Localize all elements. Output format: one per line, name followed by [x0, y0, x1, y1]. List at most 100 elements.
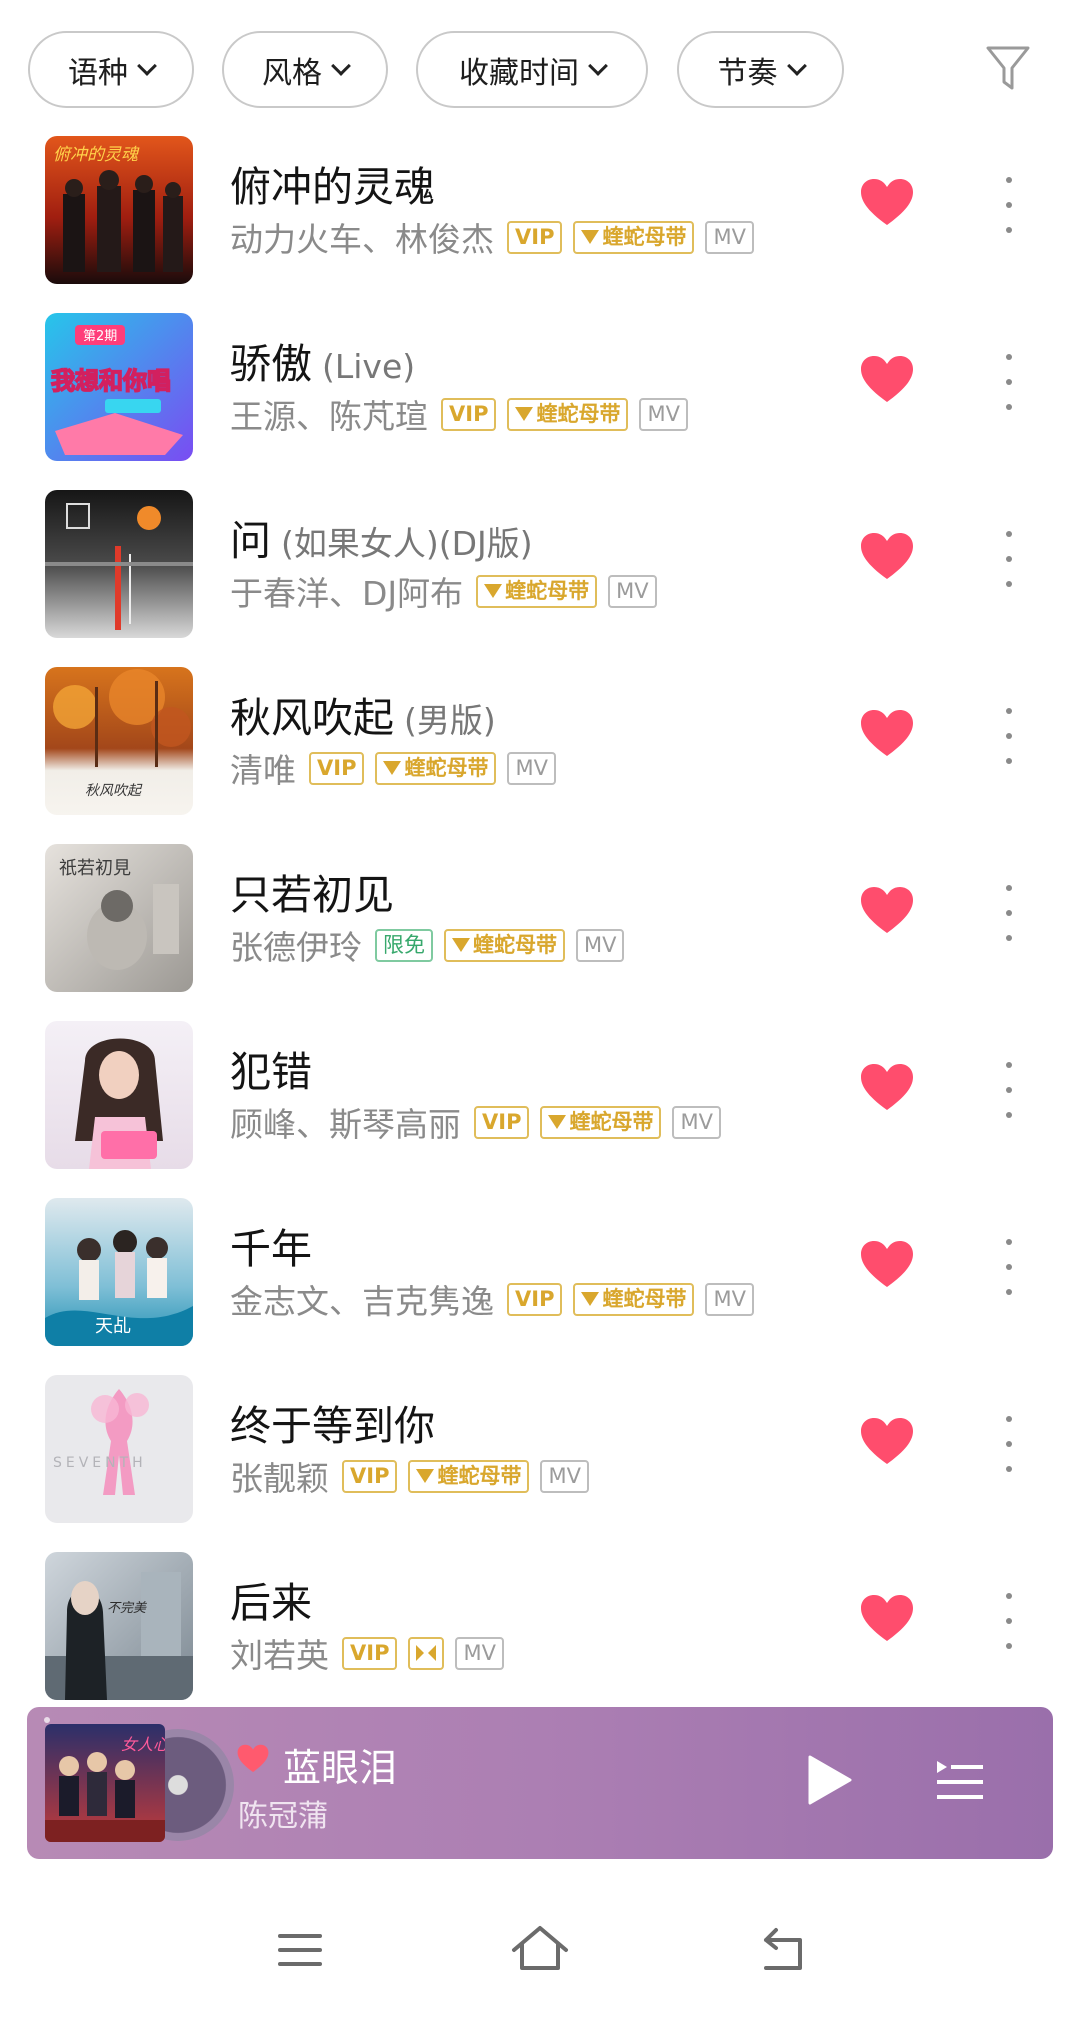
heart-icon[interactable] — [860, 1240, 914, 1290]
mv-badge[interactable]: MV — [639, 397, 688, 431]
song-meta: 顾峰、斯琴高丽 VIP 蝰蛇母带 MV — [230, 1100, 721, 1144]
song-row[interactable]: 犯错 顾峰、斯琴高丽 VIP 蝰蛇母带 MV — [0, 1012, 1080, 1189]
heart-icon[interactable] — [860, 886, 914, 936]
song-row[interactable]: SEVENTH 终于等到你 张靓颖 VIP 蝰蛇母带 MV — [0, 1366, 1080, 1543]
song-meta: 清唯 VIP 蝰蛇母带 MV — [230, 746, 556, 790]
heart-icon[interactable] — [860, 709, 914, 759]
cover-text: 俯冲的灵魂 — [53, 145, 140, 165]
song-artist: 动力火车、林俊杰 — [230, 220, 494, 259]
svg-text:祇若初見: 祇若初見 — [59, 858, 131, 879]
song-title: 犯错 — [230, 1048, 312, 1096]
more-options-icon[interactable] — [997, 1416, 1021, 1472]
album-cover: 俯冲的灵魂 — [45, 136, 193, 284]
filter-rhythm-label: 节奏 — [717, 55, 778, 91]
vip-badge: VIP — [342, 1636, 398, 1670]
vip-badge: VIP — [309, 751, 365, 785]
filter-bar: 语种 风格 收藏时间 节奏 — [0, 0, 1080, 138]
song-row[interactable]: 俯冲的灵魂 俯冲的灵魂 动力火车、林俊杰 VIP 蝰蛇母带 MV — [0, 127, 1080, 304]
mini-player[interactable]: 女人心 蓝眼泪 陈冠蒲 — [27, 1707, 1053, 1859]
song-artist: 金志文、吉克隽逸 — [230, 1282, 494, 1321]
song-artist: 清唯 — [230, 751, 296, 790]
home-icon[interactable] — [508, 1918, 572, 1982]
song-meta: 张靓颖 VIP 蝰蛇母带 MV — [230, 1454, 589, 1498]
heart-icon[interactable] — [860, 1063, 914, 1113]
song-title: 骄傲 (Live) — [230, 340, 416, 388]
vip-badge: VIP — [507, 1282, 563, 1316]
master-tape-badge: 蝰蛇母带 — [408, 1459, 530, 1493]
menu-icon[interactable] — [268, 1918, 332, 1982]
song-title: 千年 — [230, 1225, 312, 1273]
more-options-icon[interactable] — [997, 885, 1021, 941]
song-meta: 动力火车、林俊杰 VIP 蝰蛇母带 MV — [230, 215, 754, 259]
mv-badge[interactable]: MV — [455, 1636, 504, 1670]
mv-badge[interactable]: MV — [705, 1282, 754, 1316]
back-icon[interactable] — [748, 1918, 812, 1982]
filter-style[interactable]: 风格 — [222, 31, 388, 108]
master-tape-badge: 蝰蛇母带 — [476, 574, 598, 608]
more-options-icon[interactable] — [997, 1062, 1021, 1118]
master-tape-badge: 蝰蛇母带 — [507, 397, 629, 431]
svg-text:女人心: 女人心 — [121, 1735, 165, 1754]
dolby-icon — [408, 1636, 445, 1670]
mv-badge[interactable]: MV — [507, 751, 556, 785]
song-meta: 张德伊玲 限免 蝰蛇母带 MV — [230, 923, 625, 967]
filter-favorite-time-label: 收藏时间 — [459, 55, 579, 91]
song-row[interactable]: 第2期 我想和你唱 骄傲 (Live) 王源、陈芃瑄 VIP 蝰蛇母带 MV — [0, 304, 1080, 481]
song-row[interactable]: 祇若初見 只若初见 张德伊玲 限免 蝰蛇母带 MV — [0, 835, 1080, 1012]
song-row[interactable]: 天乩 千年 金志文、吉克隽逸 VIP 蝰蛇母带 MV — [0, 1189, 1080, 1366]
song-row[interactable]: 秋风吹起 秋风吹起 (男版) 清唯 VIP 蝰蛇母带 MV — [0, 658, 1080, 835]
filter-favorite-time[interactable]: 收藏时间 — [416, 31, 648, 108]
vip-badge: VIP — [342, 1459, 398, 1493]
filter-rhythm[interactable]: 节奏 — [677, 31, 844, 108]
song-title: 秋风吹起 (男版) — [230, 694, 496, 742]
chevron-down-icon — [588, 55, 608, 76]
svg-text:秋风吹起: 秋风吹起 — [85, 783, 143, 799]
song-title: 只若初见 — [230, 871, 394, 919]
mv-badge[interactable]: MV — [705, 220, 754, 254]
heart-icon[interactable] — [860, 178, 914, 228]
mv-badge[interactable]: MV — [540, 1459, 589, 1493]
heart-icon[interactable] — [860, 355, 914, 405]
more-options-icon[interactable] — [997, 177, 1021, 233]
song-meta: 刘若英 VIP MV — [230, 1631, 504, 1675]
mv-badge[interactable]: MV — [608, 574, 657, 608]
now-playing-cover[interactable]: 女人心 — [45, 1724, 165, 1842]
filter-language[interactable]: 语种 — [28, 31, 194, 108]
more-options-icon[interactable] — [997, 1593, 1021, 1649]
heart-icon[interactable] — [860, 1417, 914, 1467]
song-artist: 顾峰、斯琴高丽 — [230, 1105, 461, 1144]
song-row[interactable]: 不完美 后来 刘若英 VIP MV — [0, 1543, 1080, 1720]
svg-text:天乩: 天乩 — [95, 1316, 131, 1337]
funnel-icon[interactable] — [985, 44, 1031, 94]
viper-icon — [383, 761, 402, 775]
now-playing-artist: 陈冠蒲 — [238, 1799, 328, 1834]
song-meta: 金志文、吉克隽逸 VIP 蝰蛇母带 MV — [230, 1277, 754, 1321]
heart-icon[interactable] — [860, 532, 914, 582]
svg-text:不完美: 不完美 — [107, 1600, 148, 1616]
chevron-down-icon — [137, 55, 157, 76]
song-artist: 王源、陈芃瑄 — [230, 397, 428, 436]
viper-icon — [416, 1469, 435, 1483]
playlist-queue-icon[interactable] — [935, 1759, 985, 1805]
mv-badge[interactable]: MV — [672, 1105, 721, 1139]
chevron-down-icon — [331, 55, 351, 76]
more-options-icon[interactable] — [997, 708, 1021, 764]
mv-badge[interactable]: MV — [576, 928, 625, 962]
song-title: 问 (如果女人)(DJ版) — [230, 517, 533, 565]
play-icon[interactable] — [804, 1753, 854, 1807]
svg-text:我想和你唱: 我想和你唱 — [51, 367, 171, 395]
more-options-icon[interactable] — [997, 531, 1021, 587]
master-tape-badge: 蝰蛇母带 — [573, 1282, 695, 1316]
more-options-icon[interactable] — [997, 354, 1021, 410]
free-badge: 限免 — [375, 928, 433, 962]
viper-icon — [484, 584, 503, 598]
heart-icon[interactable] — [237, 1744, 269, 1774]
viper-icon — [452, 938, 470, 952]
heart-icon[interactable] — [860, 1594, 914, 1644]
master-tape-badge: 蝰蛇母带 — [540, 1105, 662, 1139]
album-cover: 不完美 — [45, 1552, 193, 1700]
now-playing-title: 蓝眼泪 — [283, 1746, 398, 1790]
song-row[interactable]: 问 (如果女人)(DJ版) 于春洋、DJ阿布 蝰蛇母带 MV — [0, 481, 1080, 658]
more-options-icon[interactable] — [997, 1239, 1021, 1295]
album-cover: 秋风吹起 — [45, 667, 193, 815]
